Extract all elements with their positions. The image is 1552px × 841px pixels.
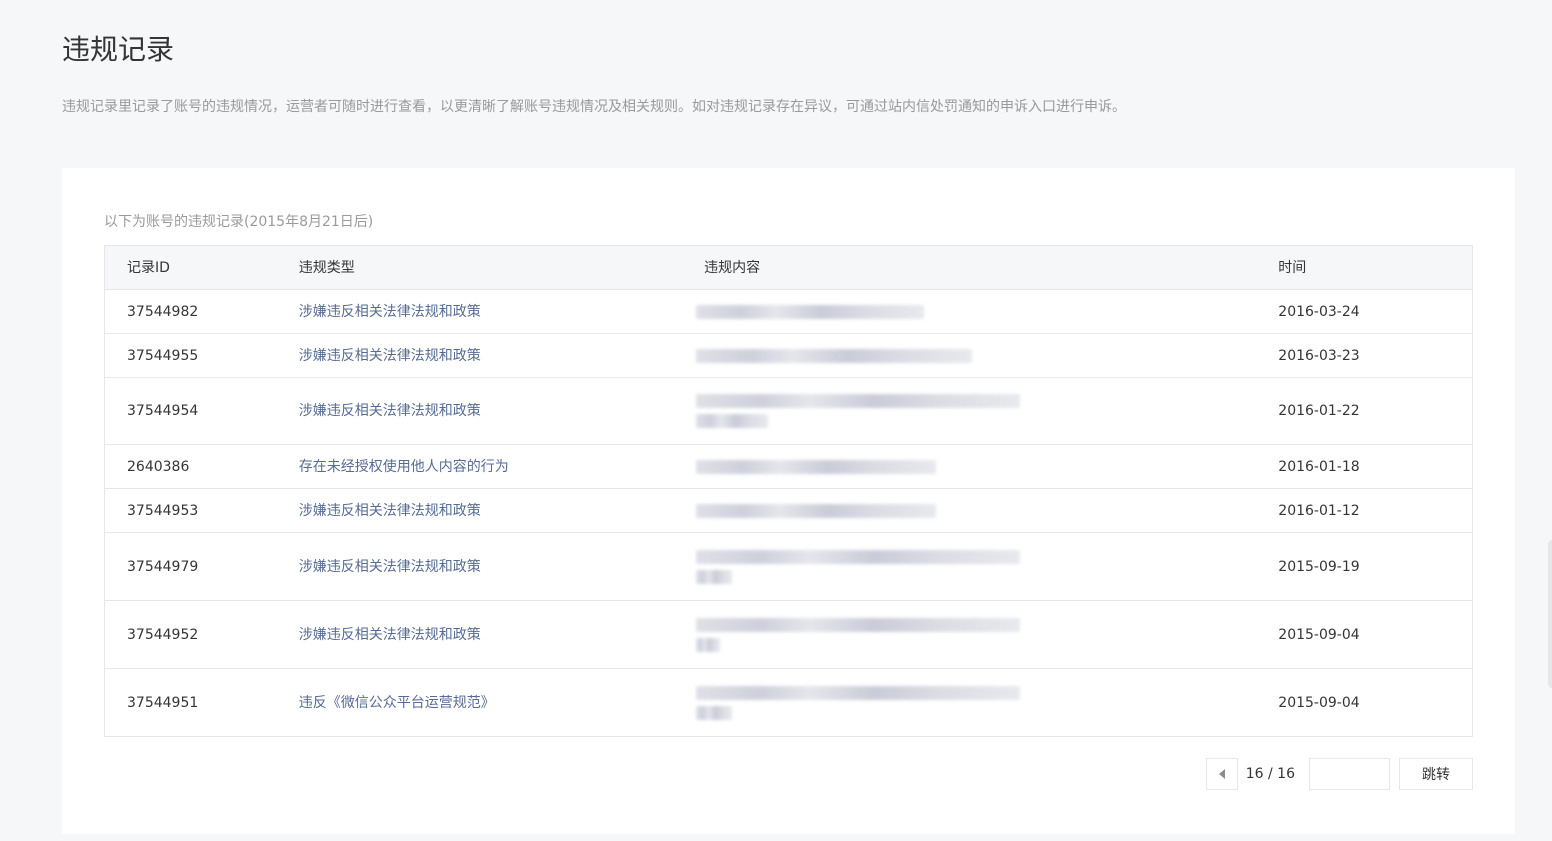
table-row: 37544982 涉嫌违反相关法律法规和政策 2016-03-24 <box>105 290 1472 334</box>
violation-type-link[interactable]: 涉嫌违反相关法律法规和政策 <box>299 401 481 421</box>
record-id: 37544952 <box>127 626 199 643</box>
violation-type-link[interactable]: 涉嫌违反相关法律法规和政策 <box>299 557 481 577</box>
violation-records-page: 违规记录 违规记录里记录了账号的违规情况，运营者可随时进行查看，以更清晰了解账号… <box>0 0 1552 841</box>
triangle-left-icon <box>1218 769 1225 779</box>
record-id: 37544951 <box>127 694 199 711</box>
prev-page-button[interactable] <box>1205 758 1238 790</box>
record-time: 2015-09-19 <box>1278 558 1360 575</box>
records-table: 记录ID 违规类型 违规内容 时间 37544982 涉嫌违反相关法律法规和政策… <box>104 245 1473 737</box>
violation-type-link[interactable]: 涉嫌违反相关法律法规和政策 <box>299 302 481 322</box>
page-title: 违规记录 <box>62 33 175 66</box>
violation-content-redacted <box>696 601 1278 668</box>
record-time: 2016-03-23 <box>1278 347 1360 364</box>
page-indicator: 16 / 16 <box>1245 766 1295 782</box>
table-row: 37544955 涉嫌违反相关法律法规和政策 2016-03-23 <box>105 334 1472 378</box>
page-description: 违规记录里记录了账号的违规情况，运营者可随时进行查看，以更清晰了解账号违规情况及… <box>62 99 1126 115</box>
records-subtitle: 以下为账号的违规记录(2015年8月21日后) <box>104 214 374 230</box>
page-jump-input[interactable] <box>1309 758 1390 790</box>
violation-content-redacted <box>696 334 1278 377</box>
side-float-tab[interactable] <box>1548 540 1552 688</box>
table-row: 37544953 涉嫌违反相关法律法规和政策 2016-01-12 <box>105 489 1472 533</box>
table-header: 记录ID 违规类型 违规内容 时间 <box>105 246 1472 290</box>
column-header-id: 记录ID <box>127 259 170 276</box>
violation-content-redacted <box>696 669 1278 736</box>
violation-content-redacted <box>696 445 1278 488</box>
record-id: 37544954 <box>127 403 199 419</box>
violation-type-link[interactable]: 存在未经授权使用他人内容的行为 <box>299 457 509 477</box>
pagination: 16 / 16 跳转 <box>1205 758 1473 790</box>
record-id: 2640386 <box>127 458 190 475</box>
column-header-content: 违规内容 <box>704 259 761 276</box>
record-time: 2015-09-04 <box>1278 694 1360 711</box>
violation-type-link[interactable]: 涉嫌违反相关法律法规和政策 <box>299 625 481 645</box>
records-card: 以下为账号的违规记录(2015年8月21日后) 记录ID 违规类型 违规内容 时… <box>62 168 1515 834</box>
violation-content-redacted <box>696 533 1278 600</box>
record-id: 37544982 <box>127 303 199 320</box>
record-time: 2016-01-18 <box>1278 458 1360 475</box>
violation-type-link[interactable]: 涉嫌违反相关法律法规和政策 <box>299 346 481 366</box>
record-id: 37544979 <box>127 558 199 575</box>
record-id: 37544953 <box>127 502 199 519</box>
column-header-time: 时间 <box>1278 259 1307 276</box>
table-row: 37544979 涉嫌违反相关法律法规和政策 2015-09-19 <box>105 533 1472 601</box>
record-time: 2015-09-04 <box>1278 626 1360 643</box>
violation-content-redacted <box>696 290 1278 333</box>
violation-content-redacted <box>696 378 1278 444</box>
table-row: 37544952 涉嫌违反相关法律法规和政策 2015-09-04 <box>105 601 1472 669</box>
record-id: 37544955 <box>127 347 199 364</box>
table-row: 2640386 存在未经授权使用他人内容的行为 2016-01-18 <box>105 445 1472 489</box>
violation-type-link[interactable]: 违反《微信公众平台运营规范》 <box>299 693 495 713</box>
record-time: 2016-01-22 <box>1278 403 1360 419</box>
column-header-type: 违规类型 <box>298 259 355 276</box>
table-row: 37544954 涉嫌违反相关法律法规和政策 2016-01-22 <box>105 378 1472 445</box>
record-time: 2016-03-24 <box>1278 303 1360 320</box>
jump-button[interactable]: 跳转 <box>1399 758 1473 790</box>
violation-type-link[interactable]: 涉嫌违反相关法律法规和政策 <box>299 501 481 521</box>
violation-content-redacted <box>696 489 1278 532</box>
record-time: 2016-01-12 <box>1278 502 1360 519</box>
table-row: 37544951 违反《微信公众平台运营规范》 2015-09-04 <box>105 669 1472 736</box>
